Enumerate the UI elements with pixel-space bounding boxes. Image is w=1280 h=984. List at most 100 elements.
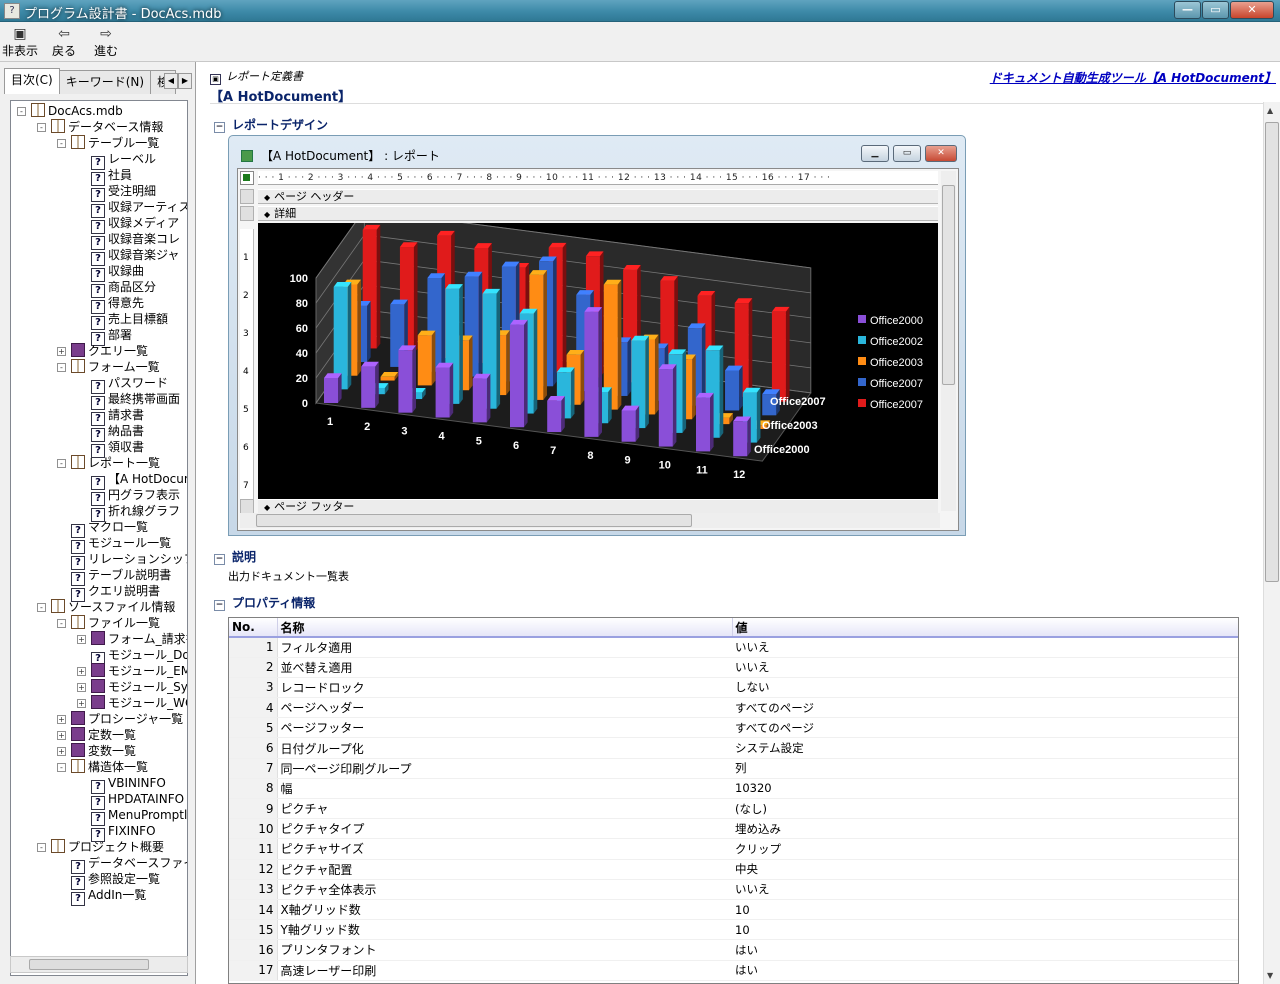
tree-item[interactable]: - DocAcs.mdb — [17, 103, 123, 119]
hide-button[interactable]: ▣ 非表示 — [0, 26, 40, 59]
tree-item[interactable]: - ファイル一覧 — [57, 615, 160, 631]
collapse-icon[interactable]: - — [37, 603, 46, 612]
tab-keyword[interactable]: キーワード(N) — [58, 70, 152, 94]
collapse-icon[interactable]: - — [17, 107, 26, 116]
chart-control[interactable]: 0 20 40 60 80 100 1 2 3 4 5 6 7 8 9 10 11 12 Office2007 Off… — [258, 208, 938, 499]
tree-item[interactable]: + フォーム_請求書 — [77, 631, 187, 647]
tab-contents[interactable]: 目次(C) — [4, 68, 60, 94]
tree-item[interactable]: ? 収録音楽コレ — [77, 231, 180, 250]
tree-item[interactable]: - 構造体一覧 — [57, 759, 148, 775]
tree-item[interactable]: ? 納品書 — [77, 423, 144, 442]
tab-scroll-left-icon[interactable]: ◀ — [164, 73, 178, 89]
tree-item[interactable]: ? モジュール一覧 — [57, 535, 171, 554]
tree-item[interactable]: ? 受注明細 — [77, 183, 156, 202]
tree-item[interactable]: ? マクロ一覧 — [57, 519, 148, 538]
expand-icon[interactable]: + — [77, 635, 86, 644]
scroll-thumb[interactable] — [1265, 122, 1279, 582]
band-page-footer[interactable]: ページ フッター — [258, 499, 938, 514]
tree-item[interactable]: + 変数一覧 — [57, 743, 136, 759]
tree-item[interactable]: ?リレーションシップ定 — [57, 551, 187, 570]
tool-link[interactable]: ドキュメント自動生成ツール【A HotDocument】 — [990, 69, 1276, 86]
tree-item[interactable]: + プロシージャ一覧 — [57, 711, 183, 727]
tree-item[interactable]: ? 売上目標額 — [77, 311, 168, 330]
tree-item[interactable]: ? パスワード — [77, 375, 168, 394]
band-selector[interactable] — [240, 206, 254, 221]
minimize-button[interactable]: — — [1174, 1, 1201, 19]
forward-button[interactable]: ⇨ 進む — [86, 26, 126, 59]
tree-item[interactable]: + 定数一覧 — [57, 727, 136, 743]
expand-icon[interactable]: + — [77, 667, 86, 676]
collapse-icon[interactable]: - — [57, 363, 66, 372]
tree-item[interactable]: ? 最終携帯画面 — [77, 391, 180, 410]
tree-item[interactable]: ? レーベル — [77, 151, 156, 170]
tree-item[interactable]: ? 収録メディア — [77, 215, 179, 234]
tree-item[interactable]: ?モジュール_DocS — [77, 647, 187, 666]
tree-item[interactable]: + モジュール_EMes — [77, 663, 187, 679]
tree-item[interactable]: ? テーブル説明書 — [57, 567, 171, 586]
expand-icon[interactable]: + — [57, 347, 66, 356]
tree-item[interactable]: - テーブル一覧 — [57, 135, 159, 151]
content-vertical-scrollbar[interactable]: ▲ ▼ — [1263, 102, 1280, 984]
tree-item[interactable]: - レポート一覧 — [57, 455, 160, 471]
collapse-icon[interactable]: − — [214, 122, 225, 133]
tab-scroll-right-icon[interactable]: ▶ — [178, 73, 192, 89]
scroll-up-icon[interactable]: ▲ — [1267, 106, 1273, 115]
report-minimize-button[interactable]: ▁ — [861, 145, 889, 162]
tree-item[interactable]: ? VBININFO — [77, 775, 166, 794]
collapse-icon[interactable]: − — [214, 554, 225, 565]
expand-icon[interactable]: + — [57, 715, 66, 724]
expand-icon[interactable]: + — [77, 683, 86, 692]
tree-item[interactable]: ? MenuPromptl — [77, 807, 187, 826]
report-vertical-scrollbar[interactable] — [941, 171, 956, 511]
collapse-icon[interactable]: - — [57, 139, 66, 148]
back-button[interactable]: ⇦ 戻る — [44, 26, 84, 59]
collapse-icon[interactable]: - — [57, 459, 66, 468]
tree-item[interactable]: - ソースファイル情報 — [37, 599, 175, 615]
scroll-down-icon[interactable]: ▼ — [1267, 971, 1273, 980]
collapse-icon[interactable]: - — [57, 619, 66, 628]
expand-icon[interactable]: + — [57, 731, 66, 740]
scroll-thumb[interactable] — [29, 959, 149, 970]
scroll-thumb[interactable] — [256, 514, 692, 527]
band-detail[interactable]: 詳細 — [258, 206, 938, 221]
tree-item[interactable]: ? 請求書 — [77, 407, 144, 426]
report-selector[interactable] — [240, 171, 254, 185]
section-report-design[interactable]: − レポートデザイン — [214, 116, 328, 133]
tree-item[interactable]: ?データベースファイル — [57, 855, 187, 874]
tree-item[interactable]: - フォーム一覧 — [57, 359, 160, 375]
close-button[interactable]: ✕ — [1230, 1, 1274, 19]
tree-item[interactable]: + モジュール_WCE — [77, 695, 187, 711]
tree-item[interactable]: ? 収録アーティス — [77, 199, 187, 218]
tree-item[interactable]: ? 円グラフ表示 — [77, 487, 180, 506]
band-selector[interactable] — [240, 499, 254, 514]
band-selector[interactable] — [240, 189, 254, 204]
tree-item[interactable]: ? 【A HotDocun — [77, 471, 187, 490]
tree-item[interactable]: - データベース情報 — [37, 119, 163, 135]
collapse-icon[interactable]: - — [57, 763, 66, 772]
report-horizontal-scrollbar[interactable] — [240, 513, 940, 528]
tree-item[interactable]: ? FIXINFO — [77, 823, 156, 842]
tree-item[interactable]: ? 収録音楽ジャ — [77, 247, 179, 266]
tree-item[interactable]: ? クエリ説明書 — [57, 583, 160, 602]
band-page-header[interactable]: ページ ヘッダー — [258, 189, 938, 204]
tree-item[interactable]: ? 参照設定一覧 — [57, 871, 160, 890]
tree-item[interactable]: ? 領収書 — [77, 439, 144, 458]
collapse-icon[interactable]: - — [37, 843, 46, 852]
tree-item[interactable]: ? 折れ線グラフ — [77, 503, 180, 522]
tree-item[interactable]: - プロジェクト概要 — [37, 839, 164, 855]
tree-item[interactable]: + モジュール_Syste — [77, 679, 187, 695]
tree-horizontal-scrollbar[interactable] — [10, 956, 188, 973]
collapse-icon[interactable]: - — [37, 123, 46, 132]
report-maximize-button[interactable]: ▭ — [893, 145, 921, 162]
section-properties[interactable]: − プロパティ情報 — [214, 594, 315, 611]
tree-item[interactable]: ? HPDATAINFO — [77, 791, 184, 810]
tree-item[interactable]: ? 商品区分 — [77, 279, 156, 298]
tree-item[interactable]: ? 収録曲 — [77, 263, 144, 282]
report-close-button[interactable]: ✕ — [925, 145, 957, 162]
tree-item[interactable]: ? 得意先 — [77, 295, 144, 314]
collapse-icon[interactable]: − — [214, 600, 225, 611]
section-description[interactable]: − 説明 — [214, 548, 256, 565]
tree-item[interactable]: ? AddIn一覧 — [57, 887, 146, 906]
tree-item[interactable]: ? 部署 — [77, 327, 132, 346]
expand-icon[interactable]: + — [57, 747, 66, 756]
